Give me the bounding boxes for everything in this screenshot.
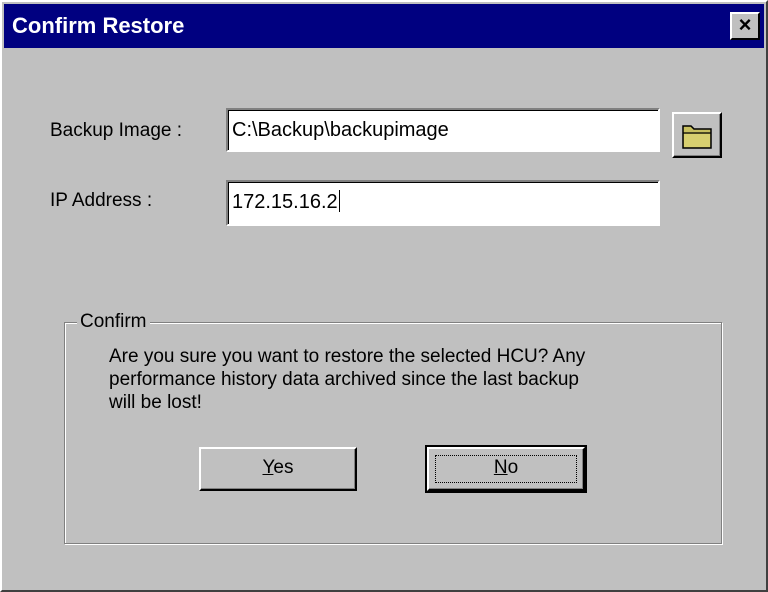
backup-image-label: Backup Image : xyxy=(50,120,183,141)
text-caret xyxy=(338,190,340,212)
backup-image-value: C:\Backup\backupimage xyxy=(232,119,449,141)
browse-button[interactable] xyxy=(672,112,722,158)
message-line: Are you sure you want to restore the sel… xyxy=(109,346,586,367)
yes-button[interactable]: Yes xyxy=(199,447,357,491)
folder-icon xyxy=(682,125,712,149)
message-line: performance history data archived since … xyxy=(109,369,579,390)
no-button[interactable]: No xyxy=(425,445,587,493)
ip-address-field[interactable]: 172.15.16.2 xyxy=(226,180,660,226)
ip-address-value: 172.15.16.2 xyxy=(232,191,338,213)
yes-mnemonic: Y xyxy=(262,457,274,478)
close-button[interactable]: × xyxy=(730,12,760,40)
ip-address-label: IP Address : xyxy=(50,190,153,211)
backup-image-field[interactable]: C:\Backup\backupimage xyxy=(226,108,660,152)
yes-label-rest: es xyxy=(273,457,294,478)
confirm-groupbox: Confirm Are you sure you want to restore… xyxy=(64,311,722,544)
title-bar[interactable]: Confirm Restore × xyxy=(4,4,764,48)
close-icon: × xyxy=(738,12,752,37)
message-line: will be lost! xyxy=(109,392,202,413)
confirm-group-label: Confirm xyxy=(77,311,150,333)
ip-address-value-wrap: 172.15.16.2 xyxy=(232,190,340,214)
confirm-restore-dialog: Confirm Restore × Backup Image : C:\Back… xyxy=(0,0,768,592)
focus-rectangle xyxy=(435,455,577,483)
window-title: Confirm Restore xyxy=(12,13,185,38)
confirm-message: Are you sure you want to restore the sel… xyxy=(109,345,699,414)
